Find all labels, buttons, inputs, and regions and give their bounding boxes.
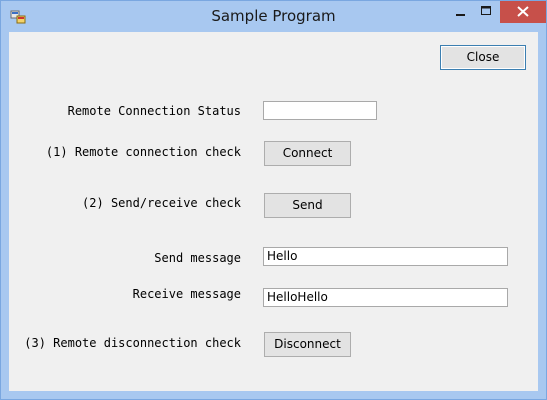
- send-message-label: Send message: [154, 251, 241, 265]
- disconnect-label-wrap: (3) Remote disconnection check: [9, 336, 241, 354]
- send-button[interactable]: Send: [264, 193, 351, 218]
- title-bar[interactable]: Sample Program: [1, 1, 546, 32]
- maximize-button[interactable]: [473, 1, 499, 23]
- receive-message-label-wrap: Receive message: [9, 287, 241, 305]
- form-client-area: Close Remote Connection Status (1) Remot…: [9, 32, 538, 391]
- disconnect-label: (3) Remote disconnection check: [24, 336, 241, 350]
- status-field[interactable]: [263, 101, 377, 120]
- receive-message-label: Receive message: [132, 287, 241, 301]
- app-window: Sample Program Close Remote Connection S…: [0, 0, 547, 400]
- send-check-label: (2) Send/receive check: [82, 196, 241, 210]
- maximize-icon: [473, 6, 499, 27]
- minimize-button[interactable]: [447, 1, 473, 23]
- send-message-label-wrap: Send message: [9, 251, 241, 269]
- connect-label: (1) Remote connection check: [45, 145, 241, 159]
- connect-label-wrap: (1) Remote connection check: [9, 145, 241, 163]
- status-label: Remote Connection Status: [67, 104, 241, 118]
- window-close-button[interactable]: [500, 1, 546, 23]
- connect-button[interactable]: Connect: [264, 141, 351, 166]
- status-label-wrap: Remote Connection Status: [9, 104, 241, 122]
- close-button[interactable]: Close: [440, 45, 526, 70]
- close-icon: [500, 6, 546, 27]
- send-check-label-wrap: (2) Send/receive check: [9, 196, 241, 214]
- disconnect-button[interactable]: Disconnect: [264, 332, 351, 357]
- minimize-icon: [447, 8, 473, 27]
- send-message-field[interactable]: Hello: [263, 247, 508, 266]
- receive-message-field[interactable]: HelloHello: [263, 288, 508, 307]
